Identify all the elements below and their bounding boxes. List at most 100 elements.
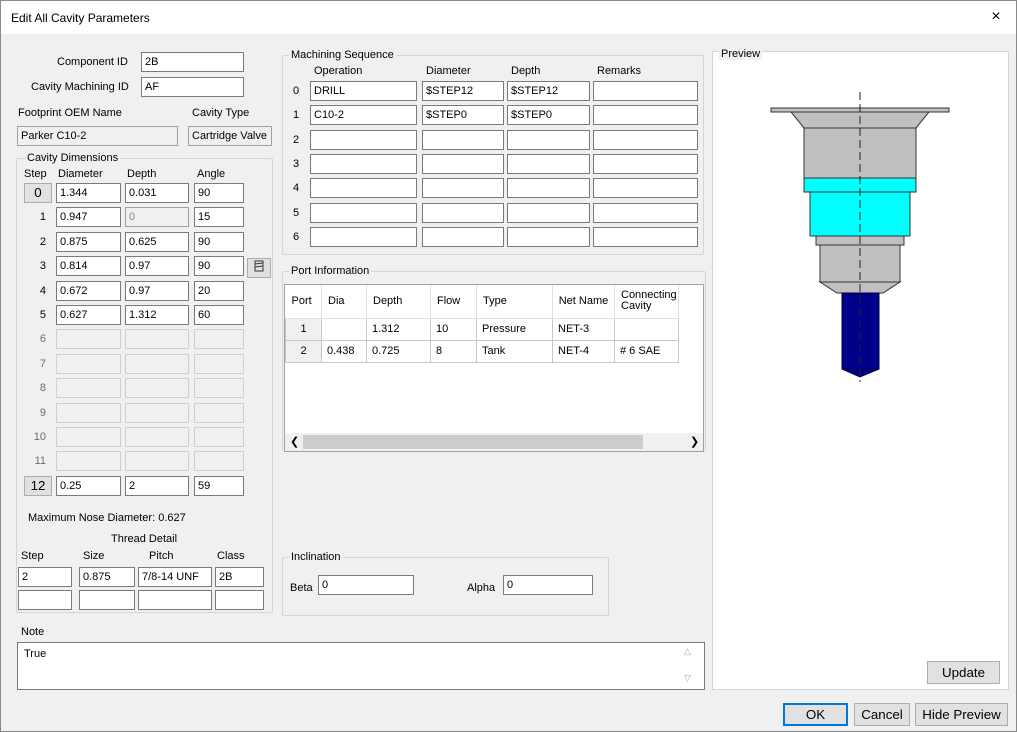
thread-pitch-input[interactable]: 7/8-14 UNF (138, 567, 212, 587)
angle-input (194, 378, 244, 399)
operation-input[interactable] (310, 202, 417, 223)
port-net-cell[interactable]: NET-3 (552, 317, 615, 341)
step-button[interactable]: 0 (24, 183, 52, 203)
machining-sequence-title: Machining Sequence (289, 49, 396, 61)
ms-diameter-input[interactable] (422, 226, 504, 247)
port-type-cell[interactable]: Pressure (476, 317, 553, 341)
ms-diameter-input[interactable] (422, 202, 504, 223)
thread-size-input[interactable] (79, 590, 135, 610)
ms-depth-input[interactable] (507, 153, 590, 174)
diameter-input[interactable]: 0.814 (56, 256, 121, 277)
thread-class-input[interactable]: 2B (215, 567, 264, 587)
depth-input[interactable]: 1.312 (125, 305, 189, 325)
remarks-input[interactable] (593, 129, 698, 150)
diameter-input[interactable]: 0.875 (56, 231, 121, 252)
ms-diameter-input[interactable] (422, 153, 504, 174)
port-depth-cell[interactable]: 0.725 (366, 339, 431, 363)
angle-input[interactable]: 90 (194, 231, 244, 252)
thread-step-button[interactable] (247, 258, 271, 278)
depth-input[interactable]: 0.625 (125, 231, 189, 252)
operation-input[interactable] (310, 178, 417, 199)
cancel-button[interactable]: Cancel (854, 703, 910, 726)
component-id-input[interactable]: 2B (141, 52, 244, 72)
remarks-input[interactable] (593, 153, 698, 174)
remarks-input[interactable] (593, 178, 698, 199)
ms-diameter-input[interactable] (422, 178, 504, 199)
depth-input[interactable]: 2 (125, 475, 189, 496)
depth-input[interactable]: 0.031 (125, 183, 189, 203)
diameter-input[interactable]: 0.672 (56, 280, 121, 301)
port-dia-cell[interactable]: 0.438 (321, 339, 367, 363)
alpha-input[interactable]: 0 (503, 575, 593, 595)
ms-diameter-input[interactable]: $STEP0 (422, 105, 504, 126)
cavity-machining-id-input[interactable]: AF (141, 77, 244, 97)
diameter-input[interactable]: 1.344 (56, 183, 121, 203)
port-dia-cell[interactable] (321, 317, 367, 341)
operation-input[interactable] (310, 226, 417, 247)
hide-preview-button[interactable]: Hide Preview (915, 703, 1008, 726)
angle-input[interactable]: 20 (194, 280, 244, 301)
diameter-input[interactable]: 0.627 (56, 305, 121, 325)
cavity-dimensions-title: Cavity Dimensions (25, 152, 121, 164)
ms-depth-input[interactable] (507, 178, 590, 199)
angle-input[interactable]: 90 (194, 256, 244, 277)
thread-step-input[interactable] (18, 590, 72, 610)
port-row[interactable]: 2 0.438 0.725 8 Tank NET-4 # 6 SAE (285, 339, 679, 363)
ms-depth-input[interactable]: $STEP0 (507, 105, 590, 126)
remarks-input[interactable] (593, 81, 698, 101)
angle-input[interactable]: 90 (194, 183, 244, 203)
remarks-input[interactable] (593, 226, 698, 247)
port-flow-cell[interactable]: 8 (430, 339, 477, 363)
operation-input[interactable] (310, 153, 417, 174)
ms-depth-input[interactable] (507, 129, 590, 150)
port-type-cell[interactable]: Tank (476, 339, 553, 363)
ms-diameter-input[interactable]: $STEP12 (422, 81, 504, 101)
depth-input[interactable]: 0.97 (125, 280, 189, 301)
remarks-input[interactable] (593, 202, 698, 223)
alpha-label: Alpha (467, 582, 496, 594)
note-scroll-down-icon[interactable]: ▽ (684, 673, 691, 684)
scroll-left-icon[interactable]: ❮ (290, 435, 299, 448)
angle-input[interactable]: 15 (194, 207, 244, 228)
note-textarea[interactable]: True △ ▽ (17, 642, 705, 690)
step-number: 5 (39, 309, 46, 321)
port-flow-cell[interactable]: 10 (430, 317, 477, 341)
thread-step-input[interactable]: 2 (18, 567, 72, 587)
depth-input[interactable]: 0.97 (125, 256, 189, 277)
thread-pitch-header: Pitch (149, 550, 174, 562)
depth-input (125, 353, 189, 374)
operation-input[interactable]: DRILL (310, 81, 417, 101)
angle-input[interactable]: 60 (194, 305, 244, 325)
remarks-input[interactable] (593, 105, 698, 126)
thread-pitch-input[interactable] (138, 590, 212, 610)
note-scroll-up-icon[interactable]: △ (684, 646, 691, 657)
close-icon[interactable]: × (981, 5, 1011, 29)
scroll-right-icon[interactable]: ❯ (690, 435, 699, 448)
angle-input[interactable]: 59 (194, 475, 244, 496)
ms-depth-input[interactable] (507, 202, 590, 223)
operation-input[interactable] (310, 129, 417, 150)
diameter-input[interactable]: 0.947 (56, 207, 121, 228)
port-row[interactable]: 1 1.312 10 Pressure NET-3 (285, 317, 679, 341)
ms-depth-input[interactable] (507, 226, 590, 247)
update-button[interactable]: Update (927, 661, 1000, 684)
step-button[interactable]: 12 (24, 475, 52, 496)
scrollbar-thumb[interactable] (303, 435, 643, 449)
thread-class-input[interactable] (215, 590, 264, 610)
ms-depth-input[interactable]: $STEP12 (507, 81, 590, 101)
thread-size-input[interactable]: 0.875 (79, 567, 135, 587)
preview-title: Preview (719, 48, 763, 60)
ms-diameter-input[interactable] (422, 129, 504, 150)
port-conn-cell[interactable]: # 6 SAE (614, 339, 679, 363)
inclination-title: Inclination (289, 551, 343, 563)
port-grid: Port Dia Depth Flow Type Net Name Connec… (284, 284, 704, 452)
beta-input[interactable]: 0 (318, 575, 414, 595)
horizontal-scrollbar[interactable]: ❮ ❯ (285, 433, 703, 451)
ok-button[interactable]: OK (783, 703, 848, 726)
port-conn-cell[interactable] (614, 317, 679, 341)
port-depth-cell[interactable]: 1.312 (366, 317, 431, 341)
depth-input (125, 451, 189, 472)
port-net-cell[interactable]: NET-4 (552, 339, 615, 363)
diameter-input[interactable]: 0.25 (56, 475, 121, 496)
operation-input[interactable]: C10-2 (310, 105, 417, 126)
